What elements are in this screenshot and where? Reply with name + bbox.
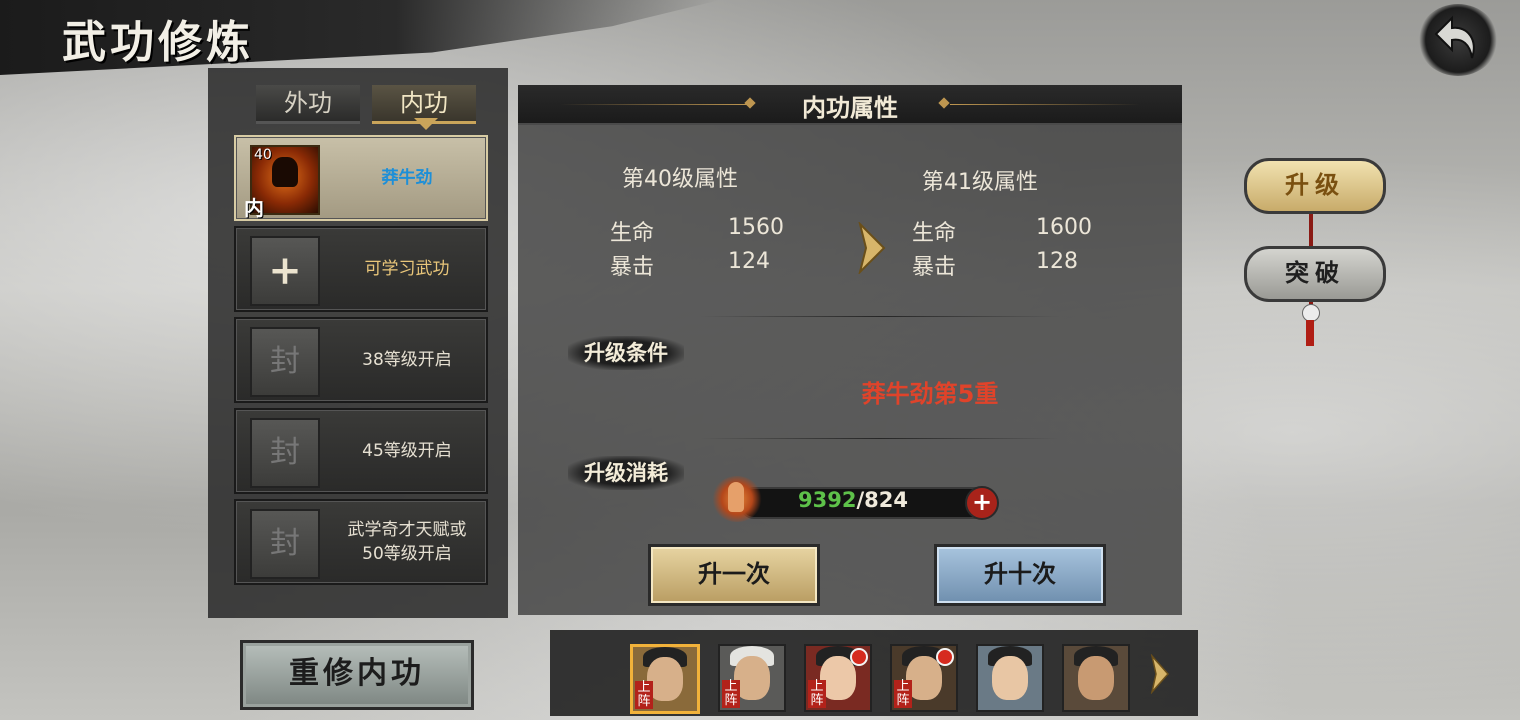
skill-slot-locked-38[interactable]: 封 38等级开启 (234, 317, 488, 403)
stat-value: 1560 (728, 215, 784, 240)
stat-value: 1600 (1036, 215, 1092, 240)
deployed-badge: 上阵 (722, 680, 740, 708)
plus-icon: + (250, 236, 320, 306)
skill-slot-locked-45[interactable]: 封 45等级开启 (234, 408, 488, 494)
add-resource-button[interactable]: + (965, 486, 999, 520)
arrow-right-icon (858, 222, 886, 274)
requirement-label: 升级条件 (568, 336, 684, 370)
hero-portrait[interactable]: 上阵 (890, 644, 958, 712)
deployed-badge: 上阵 (808, 680, 826, 708)
lock-seal-icon: 封 (250, 509, 320, 579)
hero-face (992, 656, 1028, 700)
stat-label: 暴击 (610, 255, 655, 280)
stat-value: 128 (1036, 249, 1078, 274)
cost-separator: / (856, 488, 865, 512)
slot-label: 38等级开启 (362, 350, 452, 370)
slot-label: 可学习武功 (364, 259, 450, 279)
bull-skill-icon: 40 内 (244, 145, 320, 219)
deployed-badge: 上阵 (894, 680, 912, 708)
hero-portrait[interactable] (1062, 644, 1130, 712)
skill-slot-learnable[interactable]: + 可学习武功 (234, 226, 488, 312)
current-level-heading: 第40级属性 (622, 167, 738, 192)
attribute-panel-title: 内功属性 (802, 94, 898, 122)
back-button[interactable] (1418, 4, 1498, 76)
slot-label: 45等级开启 (362, 441, 452, 461)
rope-tassel (1306, 320, 1314, 346)
hero-portrait[interactable] (976, 644, 1044, 712)
tab-upgrade[interactable]: 升级 (1244, 158, 1386, 214)
hero-face (1078, 656, 1114, 700)
slot-label: 武学奇才天赋或 50等级开启 (347, 520, 467, 564)
notification-dot (850, 648, 868, 666)
chevron-right-icon[interactable] (1148, 654, 1170, 694)
skill-name: 莽牛劲 (381, 168, 433, 188)
lock-seal-icon: 封 (250, 418, 320, 488)
stat-value: 124 (728, 249, 770, 274)
next-level-heading: 第41级属性 (922, 170, 1038, 195)
stat-label: 暴击 (912, 255, 957, 280)
upgrade-ten-button[interactable]: 升十次 (934, 544, 1106, 606)
tab-breakthrough[interactable]: 突破 (1244, 246, 1386, 302)
hero-portrait[interactable]: 上阵 (630, 644, 700, 714)
lock-seal-icon: 封 (250, 327, 320, 397)
upgrade-once-button[interactable]: 升一次 (648, 544, 820, 606)
divider (700, 438, 1060, 439)
skill-slot-mangniujin[interactable]: 40 内 莽牛劲 (234, 135, 488, 221)
hero-portrait[interactable]: 上阵 (718, 644, 786, 712)
inner-energy-figure (728, 482, 744, 512)
divider (700, 316, 1060, 317)
cost-need: 824 (864, 488, 908, 512)
stat-label: 生命 (610, 221, 655, 246)
skill-level: 40 (254, 147, 272, 163)
requirement-text: 莽牛劲第5重 (861, 380, 999, 408)
cost-have: 9392 (798, 488, 857, 512)
cost-label: 升级消耗 (568, 456, 684, 490)
deployed-badge: 上阵 (635, 681, 653, 709)
header-ornament-line (560, 104, 750, 105)
reset-neigong-button[interactable]: 重修内功 (240, 640, 474, 710)
tab-waigong[interactable]: 外功 (256, 85, 360, 124)
skill-slot-locked-50[interactable]: 封 武学奇才天赋或 50等级开启 (234, 499, 488, 585)
header-ornament-line (950, 104, 1140, 105)
active-tab-indicator (414, 118, 438, 130)
cost-amount: 9392/824 (798, 488, 908, 512)
hero-portrait[interactable]: 上阵 (804, 644, 872, 712)
page-title: 武功修炼 (62, 17, 254, 68)
back-arrow-icon (1434, 15, 1475, 59)
bull-silhouette (272, 157, 298, 187)
stat-label: 生命 (912, 221, 957, 246)
skill-type-badge: 内 (244, 196, 264, 220)
notification-dot (936, 648, 954, 666)
